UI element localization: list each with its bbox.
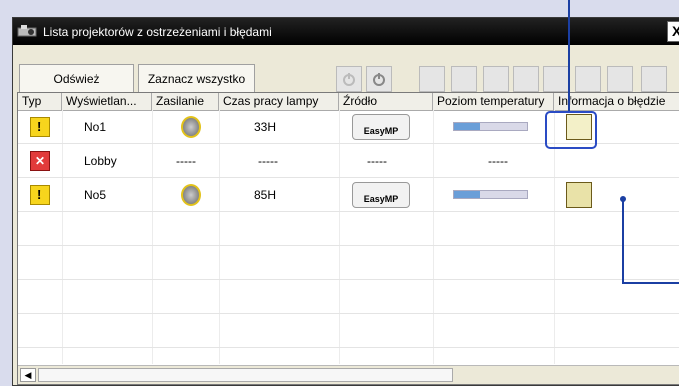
power-off-icon[interactable] — [336, 66, 362, 92]
table-row[interactable]: ✕ Lobby ----- ----- ----- ----- — [18, 144, 679, 178]
header-type[interactable]: Typ — [18, 93, 62, 110]
scroll-thumb[interactable] — [38, 368, 453, 382]
warning-icon — [30, 110, 50, 143]
callout-line-top — [568, 0, 570, 112]
source-easymp-icon: EasyMP — [352, 178, 410, 211]
source-easymp-icon: EasyMP — [352, 110, 410, 143]
lamp-hours: 85H — [254, 187, 277, 202]
header-display[interactable]: Wyświetlan... — [62, 93, 152, 110]
title-bar: Lista projektorów z ostrzeżeniami i błęd… — [13, 18, 679, 45]
warning-icon — [30, 178, 50, 211]
display-name: Lobby — [84, 153, 117, 168]
video-mute-icon[interactable] — [513, 66, 539, 92]
header-power[interactable]: Zasilanie — [152, 93, 219, 110]
power-status-icon — [181, 178, 201, 211]
header-lamp-hours[interactable]: Czas pracy lampy — [219, 93, 339, 110]
callout-line-right — [622, 282, 679, 284]
lamp-hours: 33H — [254, 119, 277, 134]
mute-icon[interactable] — [641, 66, 667, 92]
table-row-empty — [18, 212, 679, 246]
projector-list-window: Lista projektorów z ostrzeżeniami i błęd… — [12, 17, 679, 386]
temperature-bar — [453, 178, 528, 211]
error-icon: ✕ — [30, 144, 50, 177]
shutter-icon[interactable] — [607, 66, 633, 92]
source-value: ----- — [367, 153, 387, 168]
grid-icon[interactable] — [483, 66, 509, 92]
temperature-bar — [453, 110, 528, 143]
header-temperature[interactable]: Poziom temperatury — [433, 93, 554, 110]
lamp-hours: ----- — [258, 153, 278, 168]
power-status: ----- — [176, 153, 196, 168]
table-row-empty — [18, 246, 679, 280]
app-icon — [17, 24, 39, 40]
error-info-icon[interactable] — [566, 178, 592, 211]
window-title: Lista projektorów z ostrzeżeniami i błęd… — [43, 24, 272, 39]
scroll-left-button[interactable]: ◀ — [20, 368, 36, 382]
table-row[interactable]: No5 85H EasyMP — [18, 178, 679, 212]
monitor-icon[interactable] — [575, 66, 601, 92]
close-button[interactable]: X — [667, 21, 679, 42]
display-name: No5 — [84, 187, 107, 202]
display-icon[interactable] — [543, 66, 569, 92]
power-on-icon[interactable] — [366, 66, 392, 92]
power-status-icon — [181, 110, 201, 143]
table-header: Typ Wyświetlan... Zasilanie Czas pracy l… — [18, 93, 679, 111]
horizontal-scrollbar[interactable]: ◀ — [18, 365, 679, 384]
temperature-value: ----- — [488, 153, 508, 168]
table-row-empty — [18, 314, 679, 348]
header-error-info[interactable]: Informacja o błędzie — [554, 93, 679, 110]
callout-line-bottom — [622, 199, 624, 283]
display-name: No1 — [84, 119, 107, 134]
table-row-empty — [18, 280, 679, 314]
input-switch-2-icon[interactable] — [451, 66, 477, 92]
refresh-button[interactable]: Odśwież — [19, 64, 134, 94]
select-all-button[interactable]: Zaznacz wszystko — [138, 64, 255, 94]
header-source[interactable]: Źródło — [339, 93, 433, 110]
input-switch-icon[interactable] — [419, 66, 445, 92]
callout-highlight-box — [545, 111, 597, 149]
